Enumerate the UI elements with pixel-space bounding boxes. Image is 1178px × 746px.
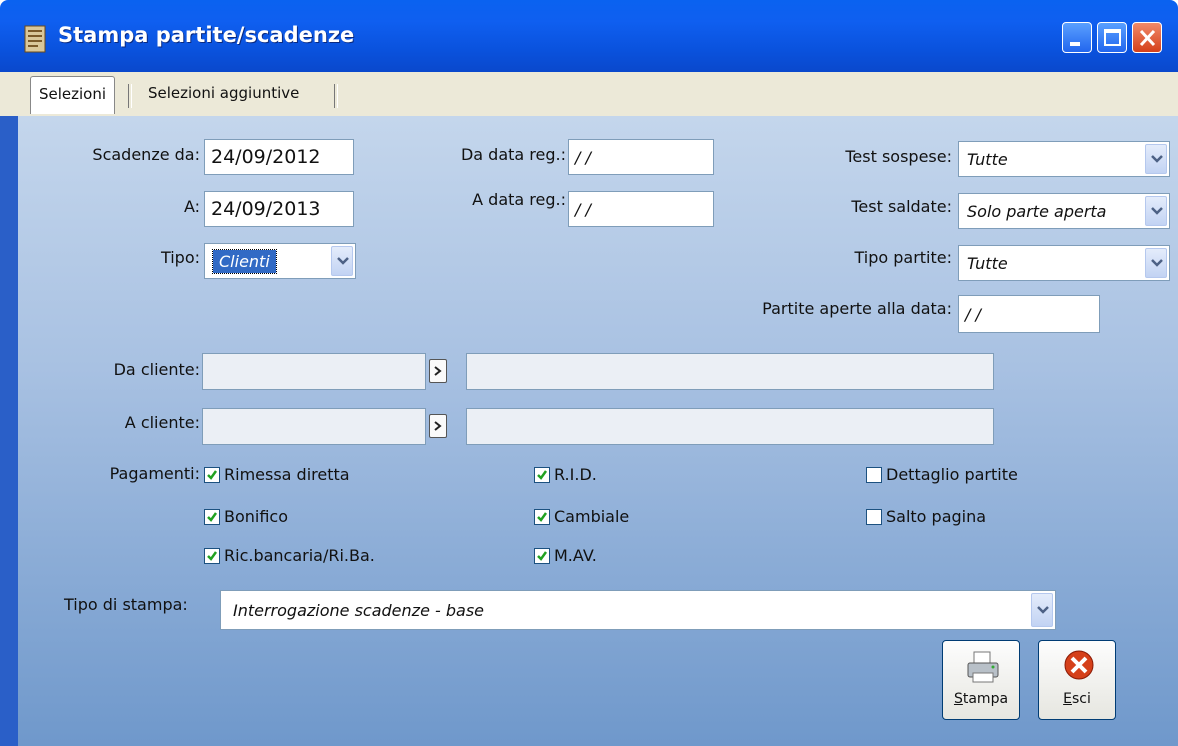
tipo-label: Tipo: bbox=[160, 248, 200, 267]
minimize-icon bbox=[1070, 42, 1080, 46]
a-data-reg-label: A data reg.: bbox=[472, 190, 566, 209]
app-icon bbox=[24, 25, 46, 53]
test-saldate-label: Test saldate: bbox=[851, 197, 952, 216]
check-icon bbox=[537, 469, 548, 480]
check-icon bbox=[207, 550, 218, 561]
da-cliente-description bbox=[466, 353, 994, 390]
a-data-reg-input[interactable]: / / bbox=[568, 191, 714, 227]
partite-aperte-input[interactable]: / / bbox=[958, 295, 1100, 333]
salto-pagina-checkbox[interactable]: Salto pagina bbox=[866, 507, 986, 526]
mav-checkbox[interactable]: M.AV. bbox=[534, 546, 597, 565]
chevron-down-icon bbox=[1151, 259, 1163, 267]
esci-button-label: Esci bbox=[1063, 691, 1091, 707]
checkbox-box[interactable] bbox=[204, 466, 220, 483]
tab-selezioni-aggiuntive[interactable]: Selezioni aggiuntive bbox=[140, 78, 307, 108]
printer-icon bbox=[967, 651, 999, 683]
scadenze-a-input[interactable]: 24/09/2013 bbox=[204, 191, 354, 227]
scadenze-da-label: Scadenze da: bbox=[92, 145, 200, 164]
chevron-down-icon bbox=[1151, 207, 1163, 215]
window-border bbox=[0, 116, 18, 746]
tipo-select[interactable]: Clienti bbox=[204, 243, 356, 279]
salto-pagina-label: Salto pagina bbox=[886, 507, 987, 526]
window: Stampa partite/scadenze Selezioni Selezi… bbox=[0, 0, 1178, 746]
chevron-down-icon bbox=[1151, 155, 1163, 163]
checkbox-box[interactable] bbox=[534, 508, 550, 525]
tipo-stampa-select[interactable]: Interrogazione scadenze - base bbox=[220, 590, 1056, 630]
tab-selezioni[interactable]: Selezioni bbox=[30, 76, 116, 114]
da-cliente-label: Da cliente: bbox=[113, 360, 200, 379]
checkbox-box[interactable] bbox=[866, 466, 882, 483]
scadenze-da-input[interactable]: 24/09/2012 bbox=[204, 139, 354, 175]
rid-checkbox[interactable]: R.I.D. bbox=[534, 465, 597, 484]
stampa-button-label: Stampa bbox=[953, 691, 1009, 707]
da-data-reg-input[interactable]: / / bbox=[568, 139, 714, 175]
checkbox-box[interactable] bbox=[204, 547, 220, 564]
tipo-stampa-dropdown-button[interactable] bbox=[1031, 593, 1053, 627]
da-cliente-zoom-button[interactable] bbox=[429, 359, 447, 383]
stampa-button[interactable]: Stampa bbox=[942, 640, 1020, 720]
mav-label: M.AV. bbox=[554, 546, 597, 565]
test-saldate-value: Solo parte aperta bbox=[967, 201, 1107, 221]
chevron-down-icon bbox=[1037, 606, 1049, 614]
title-bar[interactable]: Stampa partite/scadenze bbox=[0, 0, 1178, 72]
close-button[interactable] bbox=[1132, 22, 1162, 53]
tipo-partite-value: Tutte bbox=[967, 253, 1008, 273]
scadenze-a-label: A: bbox=[183, 197, 200, 216]
pagamenti-label: Pagamenti: bbox=[109, 464, 200, 483]
tab-strip: Selezioni Selezioni aggiuntive bbox=[0, 72, 1178, 116]
riba-label: Ric.bancaria/Ri.Ba. bbox=[224, 546, 375, 565]
rimessa-diretta-checkbox[interactable]: Rimessa diretta bbox=[204, 465, 350, 484]
check-icon bbox=[207, 469, 218, 480]
cambiale-checkbox[interactable]: Cambiale bbox=[534, 507, 629, 526]
tipo-stampa-value: Interrogazione scadenze - base bbox=[233, 600, 484, 620]
dettaglio-partite-label: Dettaglio partite bbox=[886, 465, 1018, 484]
check-icon bbox=[537, 550, 548, 561]
chevron-down-icon bbox=[337, 257, 349, 265]
test-sospese-select[interactable]: Tutte bbox=[958, 141, 1170, 177]
riba-checkbox[interactable]: Ric.bancaria/Ri.Ba. bbox=[204, 546, 375, 565]
test-saldate-dropdown-button[interactable] bbox=[1145, 196, 1167, 226]
check-icon bbox=[207, 511, 218, 522]
check-icon bbox=[537, 511, 548, 522]
chevron-right-icon bbox=[434, 366, 442, 376]
test-sospese-dropdown-button[interactable] bbox=[1145, 144, 1167, 174]
a-cliente-zoom-button[interactable] bbox=[429, 414, 447, 438]
rid-label: R.I.D. bbox=[554, 465, 597, 484]
a-cliente-label: A cliente: bbox=[124, 413, 200, 432]
checkbox-box[interactable] bbox=[866, 508, 882, 525]
partite-aperte-label: Partite aperte alla data: bbox=[762, 299, 952, 318]
dettaglio-partite-checkbox[interactable]: Dettaglio partite bbox=[866, 465, 1018, 484]
rimessa-diretta-label: Rimessa diretta bbox=[224, 465, 350, 484]
a-cliente-input[interactable] bbox=[202, 408, 426, 445]
da-data-reg-label: Da data reg.: bbox=[460, 145, 566, 164]
checkbox-box[interactable] bbox=[534, 547, 550, 564]
tipo-value: Clienti bbox=[212, 248, 277, 274]
tipo-partite-label: Tipo partite: bbox=[854, 248, 952, 267]
checkbox-box[interactable] bbox=[204, 508, 220, 525]
test-saldate-select[interactable]: Solo parte aperta bbox=[958, 193, 1170, 229]
close-icon bbox=[1139, 29, 1156, 47]
chevron-right-icon bbox=[434, 421, 442, 431]
esci-button[interactable]: Esci bbox=[1038, 640, 1116, 720]
da-cliente-input[interactable] bbox=[202, 353, 426, 390]
tipo-partite-dropdown-button[interactable] bbox=[1145, 248, 1167, 278]
bonifico-checkbox[interactable]: Bonifico bbox=[204, 507, 288, 526]
tipo-stampa-label: Tipo di stampa: bbox=[64, 595, 188, 614]
tab-separator bbox=[128, 84, 132, 108]
maximize-icon bbox=[1104, 29, 1121, 46]
window-title: Stampa partite/scadenze bbox=[58, 23, 355, 47]
tipo-dropdown-button[interactable] bbox=[331, 246, 353, 276]
tipo-partite-select[interactable]: Tutte bbox=[958, 245, 1170, 281]
cambiale-label: Cambiale bbox=[554, 507, 630, 526]
minimize-button[interactable] bbox=[1062, 22, 1092, 53]
maximize-button[interactable] bbox=[1097, 22, 1127, 53]
a-cliente-description bbox=[466, 408, 994, 445]
test-sospese-label: Test sospese: bbox=[845, 147, 952, 166]
cancel-icon bbox=[1064, 650, 1094, 680]
test-sospese-value: Tutte bbox=[967, 149, 1008, 169]
bonifico-label: Bonifico bbox=[224, 507, 289, 526]
tab-separator bbox=[334, 84, 338, 108]
checkbox-box[interactable] bbox=[534, 466, 550, 483]
